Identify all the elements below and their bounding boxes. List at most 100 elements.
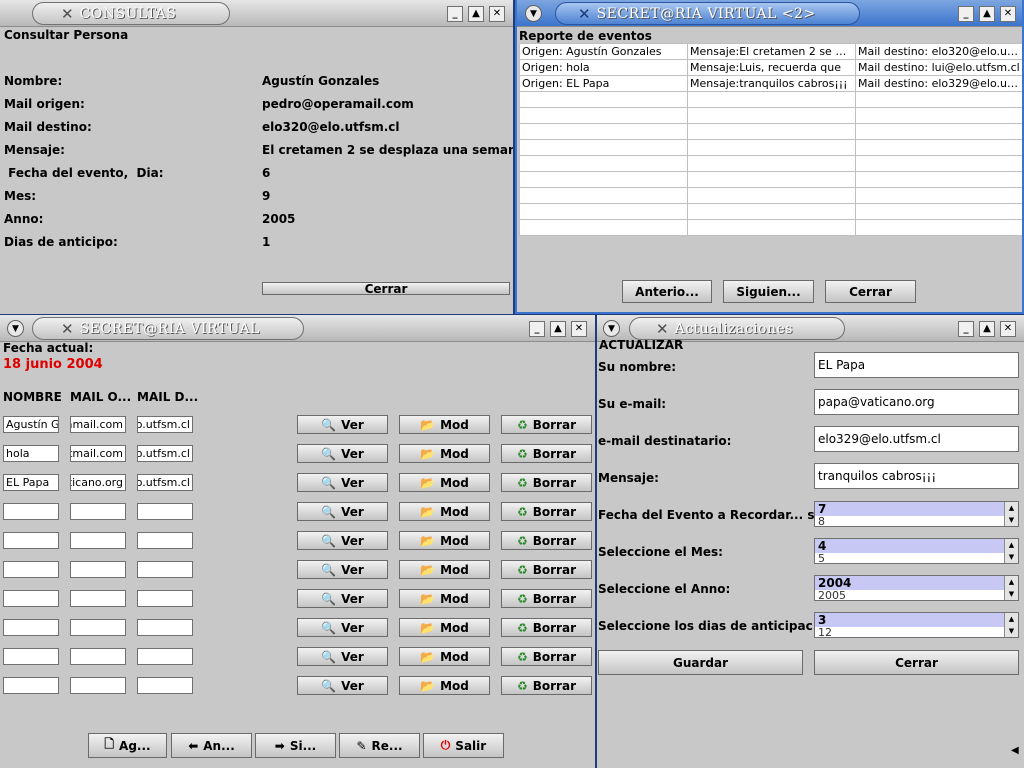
spinner-selected[interactable]: 7 (815, 502, 1018, 516)
spinner-next[interactable]: 12 (815, 627, 1018, 637)
mod-button[interactable]: 📂 Mod (399, 473, 490, 492)
maximize-button[interactable]: ▲ (468, 6, 484, 22)
mod-button[interactable]: 📂 Mod (399, 560, 490, 579)
mod-button[interactable]: 📂 Mod (399, 531, 490, 550)
table-cell[interactable]: Mensaje:El cretamen 2 se desplaza una se… (687, 43, 856, 60)
table-cell[interactable] (519, 203, 688, 220)
close-button[interactable]: ✕ (571, 321, 587, 337)
value-spinner[interactable]: 7 8 ▲ ▼ (814, 501, 1019, 527)
arrow-up-icon[interactable]: ▲ (1009, 615, 1014, 623)
actualizar-close-button[interactable]: Cerrar (814, 650, 1019, 675)
arrow-down-icon[interactable]: ▼ (1009, 553, 1014, 561)
form-input[interactable]: elo329@elo.utfsm.cl (814, 426, 1019, 452)
mail-origen-field[interactable]: asdd@hotmail.com (70, 445, 126, 462)
nombre-field[interactable] (3, 561, 59, 578)
borrar-button[interactable]: ♻ Borrar (501, 444, 592, 463)
value-spinner[interactable]: 4 5 ▲ ▼ (814, 538, 1019, 564)
mail-destino-field[interactable] (137, 503, 193, 520)
table-cell[interactable]: Mail destino: elo329@elo.utfsm.cl (855, 75, 1022, 92)
table-cell[interactable] (519, 171, 688, 188)
spinner-selected[interactable]: 3 (815, 613, 1018, 627)
nombre-field[interactable] (3, 503, 59, 520)
nombre-field[interactable]: Agustín Gonzales (3, 416, 59, 433)
mail-origen-field[interactable] (70, 532, 126, 549)
consultas-close-button[interactable]: Cerrar (262, 282, 510, 296)
ver-button[interactable]: 🔍 Ver (297, 676, 388, 695)
arrow-down-icon[interactable]: ▼ (1009, 627, 1014, 635)
maximize-button[interactable]: ▲ (550, 321, 566, 337)
table-cell[interactable] (519, 155, 688, 172)
consultas-title-tab[interactable]: ✕ CONSULTAS (32, 2, 230, 25)
ver-button[interactable]: 🔍 Ver (297, 415, 388, 434)
table-cell[interactable] (855, 171, 1022, 188)
close-button[interactable]: ✕ (489, 6, 505, 22)
arrow-down-icon[interactable]: ▼ (1009, 590, 1014, 598)
form-input[interactable]: papa@vaticano.org (814, 389, 1019, 415)
borrar-button[interactable]: ♻ Borrar (501, 676, 592, 695)
arrow-up-icon[interactable]: ▲ (1009, 541, 1014, 549)
form-input[interactable]: tranquilos cabros¡¡¡ (814, 463, 1019, 489)
mail-origen-field[interactable] (70, 648, 126, 665)
nombre-field[interactable] (3, 619, 59, 636)
mod-button[interactable]: 📂 Mod (399, 502, 490, 521)
table-cell[interactable] (519, 107, 688, 124)
refresh-button[interactable]: ✎ Re... (339, 733, 420, 758)
spinner-arrows[interactable]: ▲ ▼ (1004, 576, 1018, 600)
table-cell[interactable] (687, 123, 856, 140)
spinner-next[interactable]: 2005 (815, 590, 1018, 600)
mail-destino-field[interactable] (137, 677, 193, 694)
nombre-field[interactable]: hola (3, 445, 59, 462)
spinner-arrows[interactable]: ▲ ▼ (1004, 502, 1018, 526)
arrow-down-icon[interactable]: ▼ (1009, 516, 1014, 524)
close-button[interactable]: ✕ (1000, 6, 1016, 22)
table-row[interactable]: Origen: hola Mensaje:Luis, recuerda que Ma… (519, 59, 1022, 76)
spinner-next[interactable]: 8 (815, 516, 1018, 526)
ver-button[interactable]: 🔍 Ver (297, 473, 388, 492)
mail-origen-field[interactable] (70, 677, 126, 694)
arrow-up-icon[interactable]: ▲ (1009, 578, 1014, 586)
mod-button[interactable]: 📂 Mod (399, 618, 490, 637)
mail-destino-field[interactable]: elo329@elo.utfsm.cl (137, 474, 193, 491)
nombre-field[interactable] (3, 648, 59, 665)
ver-button[interactable]: 🔍 Ver (297, 647, 388, 666)
borrar-button[interactable]: ♻ Borrar (501, 560, 592, 579)
table-cell[interactable] (687, 91, 856, 108)
table-cell[interactable]: Mail destino: elo320@elo.utfsm.cl (855, 43, 1022, 60)
report-table[interactable]: Origen: Agustín Gonzales Mensaje:El creta… (519, 43, 1022, 236)
table-cell[interactable]: Mail destino: lui@elo.utfsm.cl (855, 59, 1022, 76)
mail-origen-field[interactable] (70, 590, 126, 607)
table-cell[interactable] (855, 155, 1022, 172)
table-row[interactable] (519, 139, 1022, 156)
mail-origen-field[interactable] (70, 561, 126, 578)
mod-button[interactable]: 📂 Mod (399, 589, 490, 608)
table-cell[interactable] (855, 219, 1022, 236)
borrar-button[interactable]: ♻ Borrar (501, 531, 592, 550)
arrow-up-icon[interactable]: ▲ (1009, 504, 1014, 512)
previous-button[interactable]: ⬅ An... (171, 733, 252, 758)
main-titlebar[interactable]: ▼ ✕ SECRET@RIA VIRTUAL _ ▲ ✕ (0, 315, 595, 342)
table-cell[interactable] (687, 171, 856, 188)
table-row[interactable] (519, 91, 1022, 108)
ver-button[interactable]: 🔍 Ver (297, 560, 388, 579)
table-row[interactable]: Origen: Agustín Gonzales Mensaje:El creta… (519, 43, 1022, 60)
nombre-field[interactable] (3, 677, 59, 694)
table-cell[interactable]: Mensaje:Luis, recuerda que (687, 59, 856, 76)
table-row[interactable] (519, 123, 1022, 140)
mail-origen-field[interactable] (70, 503, 126, 520)
window-menu-button[interactable]: ▼ (525, 5, 542, 22)
next-button[interactable]: Siguien... (723, 280, 814, 303)
mail-destino-field[interactable] (137, 590, 193, 607)
borrar-button[interactable]: ♻ Borrar (501, 415, 592, 434)
mail-destino-field[interactable] (137, 532, 193, 549)
table-cell[interactable]: Origen: hola (519, 59, 688, 76)
value-spinner[interactable]: 2004 2005 ▲ ▼ (814, 575, 1019, 601)
window-menu-button[interactable]: ▼ (603, 320, 620, 337)
next-button[interactable]: ➡ Si... (255, 733, 336, 758)
mail-origen-field[interactable] (70, 619, 126, 636)
reporte-title-tab[interactable]: ✕ SECRET@RIA VIRTUAL <2> (555, 2, 860, 25)
value-spinner[interactable]: 3 12 ▲ ▼ (814, 612, 1019, 638)
ver-button[interactable]: 🔍 Ver (297, 618, 388, 637)
borrar-button[interactable]: ♻ Borrar (501, 473, 592, 492)
ver-button[interactable]: 🔍 Ver (297, 502, 388, 521)
table-cell[interactable] (687, 139, 856, 156)
